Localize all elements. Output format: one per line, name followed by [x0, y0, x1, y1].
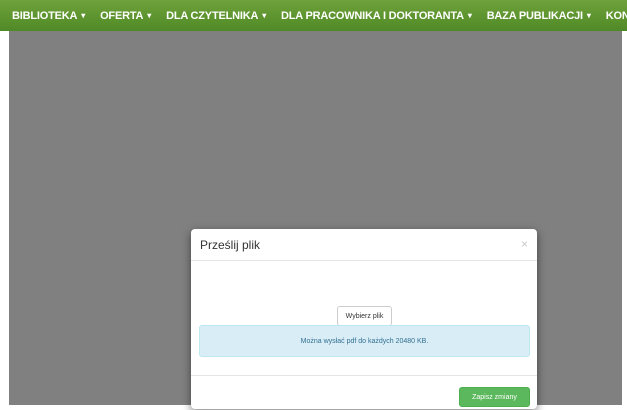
choose-file-button[interactable]: Wybierz plik — [337, 306, 392, 326]
save-changes-button[interactable]: Zapisz zmiany — [459, 387, 530, 407]
modal-header: Prześlij plik × — [191, 229, 537, 261]
close-icon[interactable]: × — [521, 237, 528, 251]
modal-title: Prześlij plik — [200, 238, 261, 252]
info-alert: Można wysłać pdf do każdych 20480 KB. — [199, 325, 530, 357]
upload-modal: Prześlij plik × Wybierz plik Można wysła… — [191, 229, 537, 409]
